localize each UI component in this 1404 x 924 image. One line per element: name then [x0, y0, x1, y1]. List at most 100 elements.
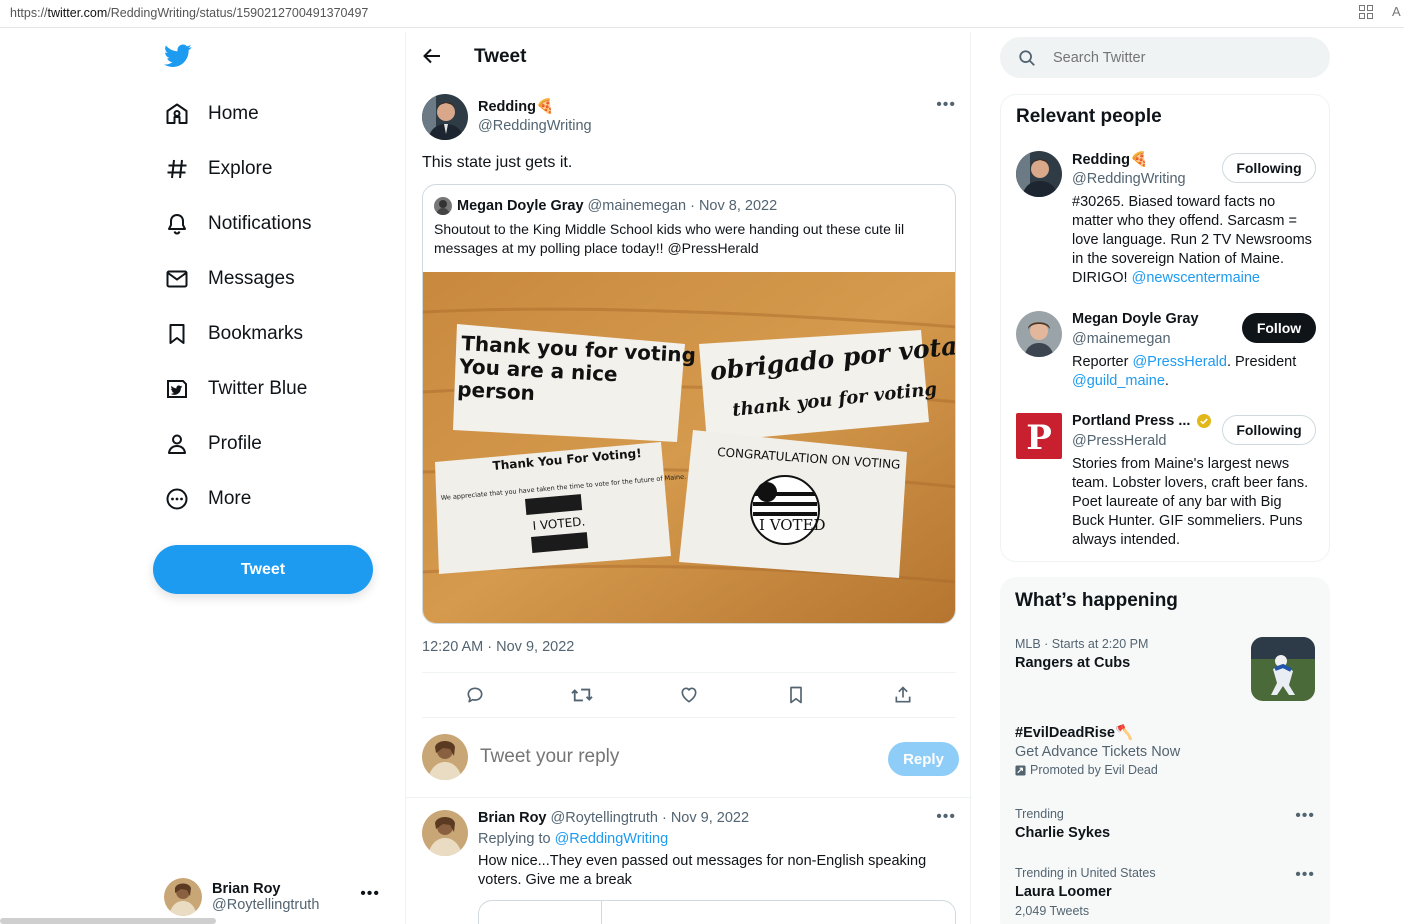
divider [406, 797, 972, 798]
reply-media-card[interactable] [478, 900, 956, 924]
envelope-icon [164, 266, 190, 292]
card-congratulation: CONGRATULATION ON VOTING I VOTED [679, 430, 907, 578]
bio-link[interactable]: @guild_maine [1072, 373, 1165, 389]
quote-header: Megan Doyle Gray @mainemegan · Nov 8, 20… [434, 197, 777, 215]
url-domain: twitter.com [47, 6, 108, 20]
url-path: /ReddingWriting/status/15902127004913704… [107, 6, 369, 20]
hashtag-icon [164, 156, 190, 182]
reply-tweet[interactable]: Brian Roy @Roytellingtruth · Nov 9, 2022… [422, 808, 956, 924]
person-name[interactable]: Redding🍕 [1072, 151, 1148, 168]
search-input[interactable] [1053, 49, 1303, 66]
person-avatar[interactable] [1016, 311, 1062, 357]
quote-text: Shoutout to the King Middle School kids … [434, 221, 905, 256]
back-arrow-icon[interactable] [422, 46, 444, 68]
account-handle: @Roytellingtruth [212, 897, 320, 913]
trend-more-icon[interactable]: ••• [1295, 807, 1315, 825]
person-card[interactable]: Redding🍕 @ReddingWriting Following #3026… [1016, 151, 1316, 291]
bookmark-action-icon[interactable] [785, 684, 807, 706]
nav-explore[interactable]: Explore [164, 149, 272, 189]
trend-item[interactable]: Trending in United States Laura Loomer 2… [1015, 866, 1315, 924]
trend-subtitle: Get Advance Tickets Now [1015, 744, 1181, 760]
nav-notifications[interactable]: Notifications [164, 204, 312, 244]
nav-home[interactable]: Home [164, 94, 259, 134]
browser-address-bar[interactable]: https://twitter.com/ReddingWriting/statu… [0, 0, 1404, 28]
following-button[interactable]: Following [1222, 415, 1316, 445]
nav-messages[interactable]: Messages [164, 259, 295, 299]
reply-button[interactable]: Reply [888, 742, 959, 776]
url-text[interactable]: https://twitter.com/ReddingWriting/statu… [10, 6, 368, 20]
like-icon[interactable] [678, 684, 700, 706]
compose-tweet-button[interactable]: Tweet [153, 545, 373, 594]
tweet-actions [422, 673, 956, 717]
reply-meta: @Roytellingtruth · Nov 9, 2022 [546, 810, 750, 826]
verified-badge-icon [1196, 413, 1212, 429]
reply-more-icon[interactable]: ••• [936, 808, 956, 826]
right-sidebar: Relevant people Redding🍕 @ReddingWriting… [1000, 32, 1330, 924]
main-column: Tweet Redding🍕 @ReddingWriting ••• This … [405, 32, 972, 924]
divider [422, 717, 956, 718]
person-name[interactable]: Portland Press ... [1072, 413, 1212, 429]
person-handle[interactable]: @PressHerald [1072, 433, 1167, 449]
replying-prefix: Replying to [478, 831, 555, 847]
person-avatar[interactable] [1016, 151, 1062, 197]
reply-composer: Reply [422, 732, 959, 784]
relevant-people-panel: Relevant people Redding🍕 @ReddingWriting… [1000, 94, 1330, 562]
nav-twitter-blue-label: Twitter Blue [208, 378, 308, 399]
nav-profile-label: Profile [208, 433, 262, 454]
nav-twitter-blue[interactable]: Twitter Blue [164, 369, 307, 409]
person-card[interactable]: P Portland Press ... @PressHerald Follow… [1016, 413, 1316, 553]
nav-bookmarks[interactable]: Bookmarks [164, 314, 303, 354]
person-handle[interactable]: @mainemegan [1072, 331, 1171, 347]
author-avatar[interactable] [422, 94, 468, 140]
nav-more[interactable]: More [164, 479, 251, 519]
follow-button[interactable]: Follow [1242, 313, 1316, 343]
tweet-more-icon[interactable]: ••• [936, 96, 956, 114]
account-switcher[interactable]: Brian Roy @Roytellingtruth ••• [164, 875, 394, 919]
author-handle[interactable]: @ReddingWriting [478, 118, 592, 134]
bio-link[interactable]: @newscentermaine [1132, 270, 1260, 286]
promoted-icon [1015, 764, 1026, 776]
bell-icon [164, 211, 190, 237]
trend-title: Charlie Sykes [1015, 825, 1111, 841]
following-button[interactable]: Following [1222, 153, 1316, 183]
press-herald-logo[interactable]: P [1016, 413, 1062, 459]
card-thank-you-maine: Thank You For Voting! We appreciate that… [435, 442, 686, 574]
read-aloud-icon[interactable]: A [1392, 4, 1401, 19]
reader-view-icon[interactable] [1358, 4, 1374, 23]
quoted-tweet[interactable]: Megan Doyle Gray @mainemegan · Nov 8, 20… [422, 184, 956, 624]
twitter-logo-icon[interactable] [164, 44, 194, 72]
tweet-timestamp[interactable]: 12:20 AM · Nov 9, 2022 [422, 639, 574, 655]
trend-item[interactable]: #EvilDeadRise🪓 Get Advance Tickets Now P… [1015, 724, 1315, 784]
trend-more-icon[interactable]: ••• [1295, 866, 1315, 884]
home-icon [164, 101, 190, 127]
search-box[interactable] [1000, 37, 1330, 78]
share-icon[interactable] [892, 684, 914, 706]
person-card[interactable]: Megan Doyle Gray @mainemegan Follow Repo… [1016, 311, 1316, 401]
replying-to-link[interactable]: @ReddingWriting [555, 831, 669, 847]
account-name: Brian Roy [212, 881, 281, 897]
person-icon [164, 431, 190, 457]
reply-avatar[interactable] [422, 810, 468, 856]
reply-author-name[interactable]: Brian Roy [478, 810, 547, 826]
nav-profile[interactable]: Profile [164, 424, 262, 464]
horizontal-scrollbar[interactable] [0, 918, 216, 924]
retweet-icon[interactable] [571, 684, 593, 706]
quote-meta: @mainemegan · Nov 8, 2022 [587, 198, 778, 214]
search-icon [1018, 49, 1036, 67]
whats-happening-panel: What’s happening MLB · Starts at 2:20 PM… [1000, 577, 1330, 924]
reply-input[interactable] [480, 746, 860, 768]
author-name[interactable]: Redding🍕 [478, 98, 554, 115]
account-more-icon[interactable]: ••• [360, 885, 380, 903]
quote-avatar [434, 197, 452, 215]
person-name[interactable]: Megan Doyle Gray [1072, 311, 1199, 327]
trend-item[interactable]: Trending Charlie Sykes ••• [1015, 807, 1315, 847]
quote-image[interactable]: Thank you for voting You are a nice pers… [423, 272, 955, 623]
person-bio: #30265. Biased toward facts no matter wh… [1072, 193, 1316, 288]
trend-item[interactable]: MLB · Starts at 2:20 PM Rangers at Cubs [1015, 637, 1315, 707]
reply-icon[interactable] [464, 684, 486, 706]
person-handle[interactable]: @ReddingWriting [1072, 171, 1186, 187]
bio-link[interactable]: @PressHerald [1132, 354, 1227, 370]
promoted-label: Promoted by Evil Dead [1015, 763, 1315, 777]
whats-happening-title: What’s happening [1015, 590, 1178, 611]
person-name-text: Portland Press ... [1072, 413, 1191, 429]
